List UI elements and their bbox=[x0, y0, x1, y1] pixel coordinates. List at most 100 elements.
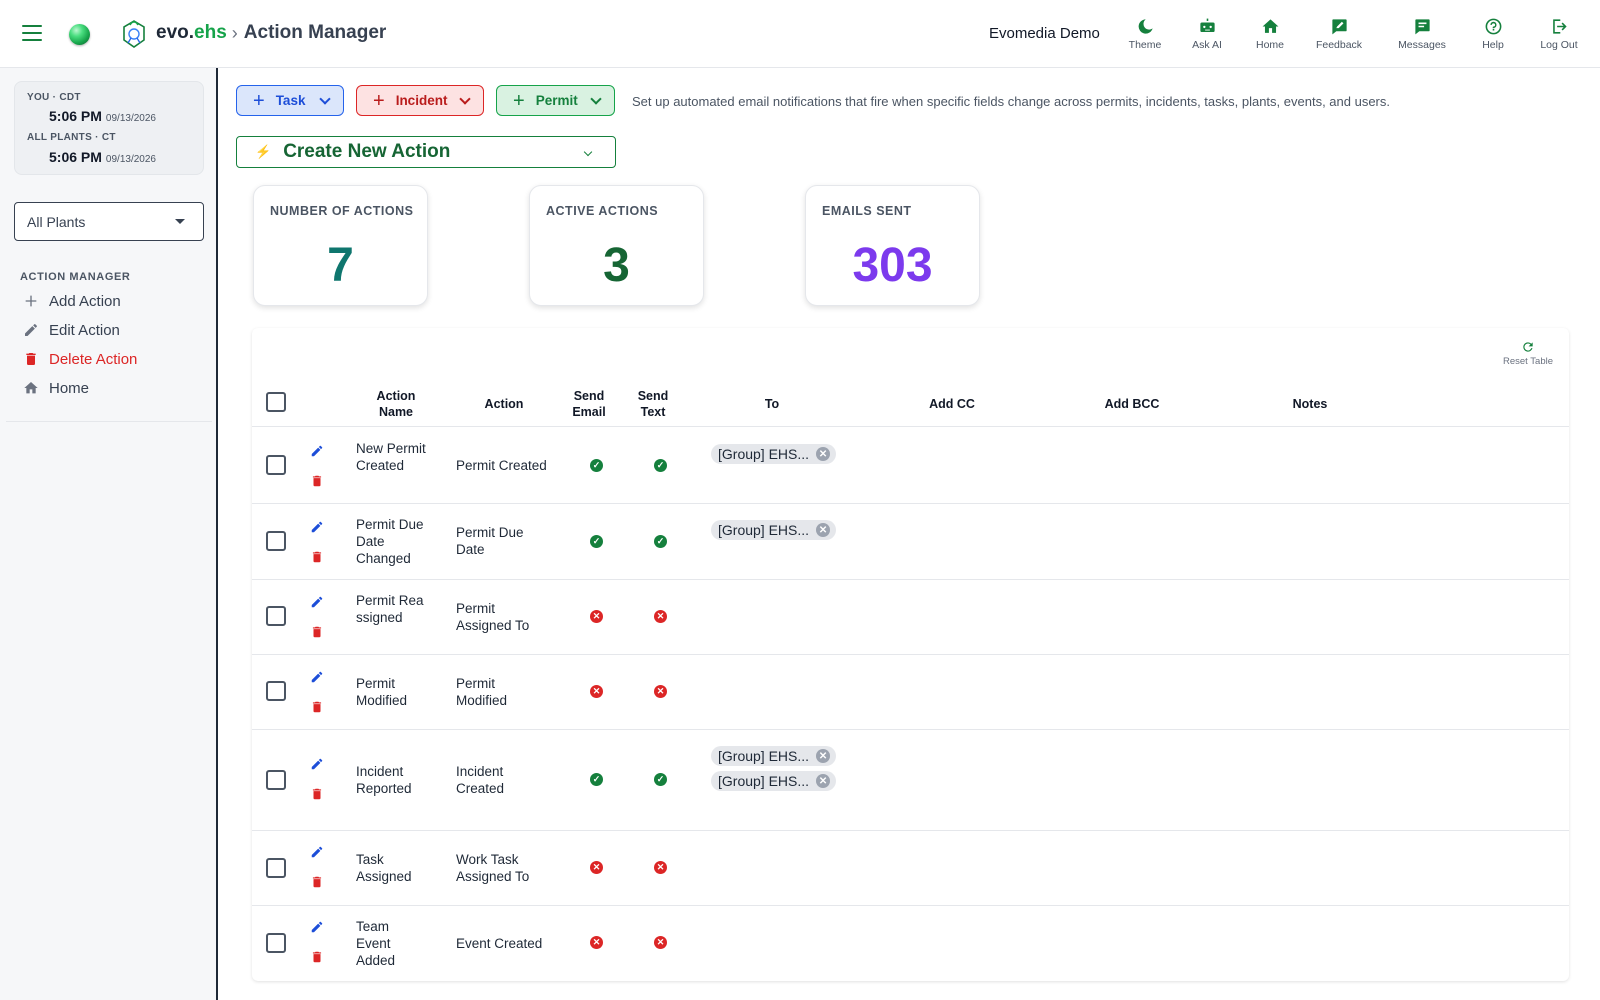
sidebar-item-home[interactable]: Home bbox=[22, 376, 89, 400]
row-checkbox[interactable] bbox=[266, 933, 286, 953]
moon-icon bbox=[1138, 19, 1153, 34]
menu-icon[interactable] bbox=[22, 25, 42, 41]
sidebar-item-add-action[interactable]: Add Action bbox=[22, 289, 121, 313]
brand-evo: evo bbox=[156, 22, 189, 43]
header-line: Name bbox=[378, 405, 414, 419]
app-brand[interactable]: evo. ehs › Action Manager bbox=[156, 22, 386, 44]
add-incident-label: Incident bbox=[395, 93, 448, 108]
action-name-cell: Team Event Added bbox=[356, 919, 396, 968]
plus-icon: + bbox=[513, 89, 525, 112]
edit-row-button[interactable] bbox=[308, 442, 326, 460]
plus-icon bbox=[22, 293, 40, 309]
col-header-notes[interactable]: Notes bbox=[1260, 396, 1360, 412]
edit-row-button[interactable] bbox=[308, 843, 326, 861]
header-line: Send bbox=[637, 389, 669, 403]
nav-theme-label: Theme bbox=[1128, 39, 1162, 51]
nav-feedback[interactable]: Feedback bbox=[1308, 17, 1370, 51]
plant-select[interactable]: All Plants bbox=[14, 202, 204, 241]
edit-row-button[interactable] bbox=[308, 918, 326, 936]
edit-row-button[interactable] bbox=[308, 593, 326, 611]
col-header-send-text[interactable]: Send Text bbox=[626, 388, 680, 420]
remove-chip-icon[interactable]: ✕ bbox=[816, 749, 831, 763]
col-header-to[interactable]: To bbox=[722, 396, 822, 412]
recipient-chip: [Group] EHS... ✕ bbox=[711, 771, 837, 791]
row-checkbox[interactable] bbox=[266, 681, 286, 701]
message-icon bbox=[1414, 19, 1430, 35]
refresh-icon bbox=[1523, 342, 1533, 352]
row-checkbox[interactable] bbox=[266, 455, 286, 475]
edit-row-button[interactable] bbox=[308, 755, 326, 773]
header-line: Send bbox=[573, 389, 605, 403]
recipient-chip-label: [Group] EHS... bbox=[718, 773, 810, 789]
plants-time: 5:06 PM 09/13/2026 bbox=[49, 149, 156, 165]
col-header-action[interactable]: Action bbox=[456, 396, 552, 412]
select-all-checkbox[interactable] bbox=[266, 392, 286, 412]
sidebar-item-edit-action[interactable]: Edit Action bbox=[22, 318, 120, 342]
col-header-action-name[interactable]: Action Name bbox=[356, 388, 436, 420]
status-orb-icon bbox=[69, 24, 90, 45]
chevron-down-icon bbox=[590, 93, 602, 105]
row-checkbox[interactable] bbox=[266, 770, 286, 790]
nav-feedback-label: Feedback bbox=[1315, 39, 1363, 51]
chevron-down-icon bbox=[319, 93, 331, 105]
delete-row-button[interactable] bbox=[308, 472, 326, 490]
send-email-no-icon: ✕ bbox=[590, 936, 603, 949]
row-divider bbox=[252, 905, 1569, 906]
nav-home[interactable]: Home bbox=[1245, 17, 1295, 51]
help-icon bbox=[1485, 18, 1501, 35]
sidebar-item-label: Edit Action bbox=[49, 321, 120, 339]
nav-messages-label: Messages bbox=[1398, 39, 1446, 51]
add-incident-button[interactable]: + Incident bbox=[356, 85, 484, 116]
row-divider bbox=[252, 579, 1569, 580]
delete-row-button[interactable] bbox=[308, 623, 326, 641]
pencil-icon bbox=[311, 596, 323, 608]
nav-ask-ai[interactable]: Ask AI bbox=[1182, 17, 1232, 51]
stat-value: 303 bbox=[852, 239, 933, 292]
sidebar-item-delete-action[interactable]: Delete Action bbox=[22, 347, 137, 371]
col-header-add-bcc[interactable]: Add BCC bbox=[1082, 396, 1182, 412]
delete-row-button[interactable] bbox=[308, 873, 326, 891]
edit-row-button[interactable] bbox=[308, 668, 326, 686]
nav-help[interactable]: Help bbox=[1469, 17, 1517, 51]
nav-theme[interactable]: Theme bbox=[1120, 17, 1170, 51]
delete-row-button[interactable] bbox=[308, 785, 326, 803]
send-text-no-icon: ✕ bbox=[654, 685, 667, 698]
plants-time-value: 5:06 PM bbox=[49, 149, 102, 165]
breadcrumb-separator: › bbox=[231, 22, 238, 43]
reset-table-button[interactable]: Reset Table bbox=[1503, 340, 1553, 367]
nav-logout[interactable]: Log Out bbox=[1532, 17, 1586, 51]
sidebar: YOU · CDT 5:06 PM 09/13/2026 ALL PLANTS ·… bbox=[0, 68, 218, 1000]
home-icon bbox=[1262, 19, 1278, 33]
remove-chip-icon[interactable]: ✕ bbox=[816, 447, 831, 461]
action-cell: Permit Created bbox=[456, 458, 547, 473]
add-task-button[interactable]: + Task bbox=[236, 85, 344, 116]
row-checkbox[interactable] bbox=[266, 606, 286, 626]
trash-icon bbox=[312, 951, 322, 963]
create-new-action-select[interactable]: ⚡ Create New Action bbox=[236, 136, 616, 168]
header-line: Action bbox=[376, 389, 416, 403]
add-permit-button[interactable]: + Permit bbox=[496, 85, 615, 116]
action-name-cell: Task Assigned bbox=[356, 852, 412, 884]
nav-messages[interactable]: Messages bbox=[1390, 17, 1454, 51]
col-header-add-cc[interactable]: Add CC bbox=[902, 396, 1002, 412]
delete-row-button[interactable] bbox=[308, 948, 326, 966]
header-line: Email bbox=[572, 405, 606, 419]
sidebar-divider bbox=[6, 421, 212, 422]
row-checkbox[interactable] bbox=[266, 858, 286, 878]
remove-chip-icon[interactable]: ✕ bbox=[816, 774, 831, 788]
delete-row-button[interactable] bbox=[308, 548, 326, 566]
recipient-chip: [Group] EHS... ✕ bbox=[711, 444, 837, 464]
nav-ask-ai-label: Ask AI bbox=[1192, 39, 1222, 51]
remove-chip-icon[interactable]: ✕ bbox=[816, 523, 831, 537]
stat-title: NUMBER OF ACTIONS bbox=[270, 204, 414, 218]
org-name[interactable]: Evomedia Demo bbox=[989, 25, 1100, 42]
row-checkbox[interactable] bbox=[266, 531, 286, 551]
action-cell: Permit Modified bbox=[456, 676, 508, 708]
row-divider bbox=[252, 503, 1569, 504]
col-header-send-email[interactable]: Send Email bbox=[562, 388, 616, 420]
edit-row-button[interactable] bbox=[308, 518, 326, 536]
recipient-chip-label: [Group] EHS... bbox=[718, 446, 810, 462]
caret-down-icon bbox=[175, 219, 185, 224]
stat-title: EMAILS SENT bbox=[822, 204, 912, 218]
delete-row-button[interactable] bbox=[308, 698, 326, 716]
